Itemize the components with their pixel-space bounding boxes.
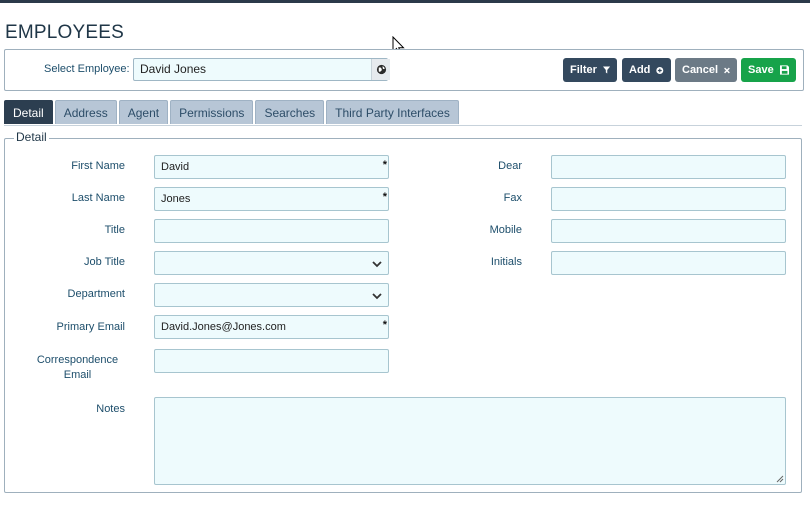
detail-legend: Detail xyxy=(14,130,49,144)
tab-third-party-interfaces[interactable]: Third Party Interfaces xyxy=(326,100,459,124)
filter-icon xyxy=(602,66,610,74)
page-title: EMPLOYEES xyxy=(5,22,125,43)
plus-circle-icon xyxy=(656,66,664,74)
initials-label: Initials xyxy=(490,256,522,268)
select-employee-input[interactable]: David Jones xyxy=(133,58,388,81)
cancel-button[interactable]: Cancel xyxy=(675,58,737,82)
select-employee-bar: Select Employee: David Jones Filter Add … xyxy=(4,49,804,91)
required-marker: * xyxy=(382,191,387,203)
floppy-disk-icon xyxy=(779,65,789,75)
tab-address[interactable]: Address xyxy=(54,100,117,124)
close-icon xyxy=(724,67,730,73)
tab-bar: Detail Address Agent Permissions Searche… xyxy=(4,100,459,125)
cancel-button-label: Cancel xyxy=(682,64,719,76)
mobile-field[interactable] xyxy=(551,219,786,243)
add-button-label: Add xyxy=(629,64,651,76)
globe-icon xyxy=(376,64,386,75)
tabs-divider xyxy=(4,125,802,126)
primary-email-value: David.Jones@Jones.com xyxy=(161,321,286,333)
department-select[interactable] xyxy=(154,283,389,307)
filter-button[interactable]: Filter xyxy=(563,58,617,82)
correspondence-email-label: Correspondence Email xyxy=(36,354,119,381)
correspondence-email-field[interactable] xyxy=(154,349,389,373)
dear-field[interactable] xyxy=(551,155,786,179)
add-button[interactable]: Add xyxy=(622,58,671,82)
last-name-label: Last Name xyxy=(71,192,125,204)
notes-textarea[interactable] xyxy=(154,397,786,485)
fax-field[interactable] xyxy=(551,187,786,211)
last-name-value: Jones xyxy=(161,193,191,205)
last-name-field[interactable]: Jones * xyxy=(154,187,389,211)
job-title-label: Job Title xyxy=(84,256,125,268)
notes-label: Notes xyxy=(96,403,125,415)
mobile-label: Mobile xyxy=(489,224,522,236)
chevron-down-icon xyxy=(372,293,382,300)
save-button[interactable]: Save xyxy=(741,58,796,82)
dear-label: Dear xyxy=(498,160,522,172)
select-employee-label: Select Employee: xyxy=(44,63,130,75)
fax-label: Fax xyxy=(503,192,522,204)
job-title-select[interactable] xyxy=(154,251,389,275)
department-label: Department xyxy=(67,288,125,300)
required-marker: * xyxy=(382,319,387,331)
tab-permissions[interactable]: Permissions xyxy=(170,100,254,124)
first-name-label: First Name xyxy=(71,160,125,172)
required-marker: * xyxy=(382,159,387,171)
first-name-field[interactable]: David * xyxy=(154,155,389,179)
title-field[interactable] xyxy=(154,219,389,243)
save-button-label: Save xyxy=(748,64,774,76)
globe-button[interactable] xyxy=(371,59,390,80)
chevron-down-icon xyxy=(372,261,382,268)
filter-button-label: Filter xyxy=(570,64,597,76)
top-bar xyxy=(0,0,810,3)
tab-searches[interactable]: Searches xyxy=(255,100,325,124)
title-label: Title xyxy=(104,224,125,236)
primary-email-label: Primary Email xyxy=(56,321,125,333)
initials-field[interactable] xyxy=(551,251,786,275)
first-name-value: David xyxy=(161,161,190,173)
tab-detail[interactable]: Detail xyxy=(4,100,53,124)
resize-grip-icon[interactable] xyxy=(776,475,784,483)
primary-email-field[interactable]: David.Jones@Jones.com * xyxy=(154,315,389,339)
tab-agent[interactable]: Agent xyxy=(118,100,169,124)
